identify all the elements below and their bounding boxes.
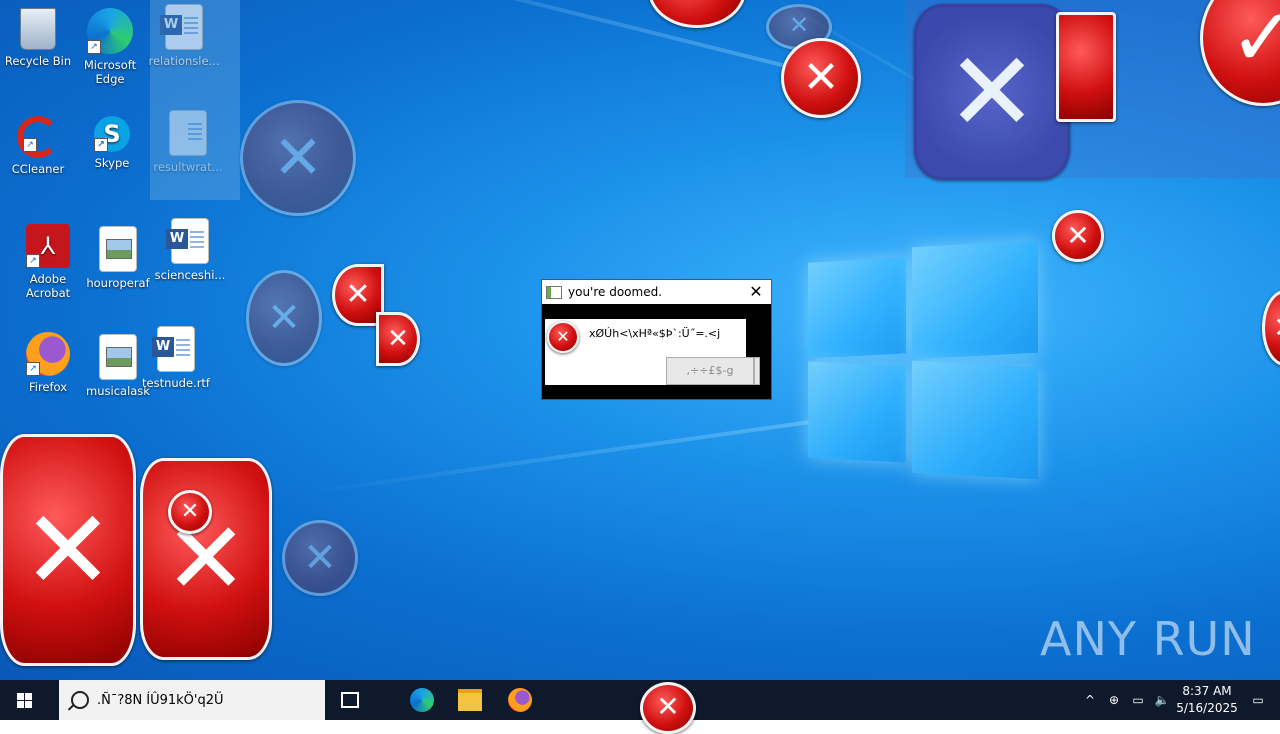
document-icon (169, 110, 207, 156)
clock-time: 8:37 AM (1182, 684, 1232, 698)
dialog-title: you're doomed. (568, 285, 663, 299)
error-icon: ✕ (376, 312, 420, 366)
display-icon[interactable]: ▭ (1128, 680, 1148, 720)
desktop-icon-resultwrat[interactable]: resultwrat... (150, 110, 226, 174)
search-overflow-text: ÍÛ91kÖ'q2Ü (146, 692, 224, 708)
dialog-titlebar[interactable]: you're doomed. ✕ (542, 280, 771, 304)
clock-date: 5/16/2025 (1176, 701, 1238, 715)
acrobat-icon: ⅄ ↗ (26, 224, 70, 268)
error-icon: ✕ (0, 434, 136, 666)
task-view-button[interactable] (326, 680, 374, 720)
system-clock[interactable]: 8:37 AM 5/16/2025 (1170, 683, 1244, 717)
error-icon: ✕ (1052, 210, 1104, 262)
desktop-icon-label: Firefox (28, 380, 68, 394)
desktop-icon-label: Microsoft Edge (83, 58, 137, 86)
windows-icon (16, 692, 32, 708)
skype-icon: S ↗ (94, 116, 130, 152)
search-box[interactable]: .Ñ¯?8N ÍÛ91kÖ'q2Ü (59, 680, 325, 720)
desktop-icon-edge[interactable]: ↗ Microsoft Edge (72, 8, 148, 86)
recycle-bin-icon (20, 8, 56, 50)
desktop-icon-label: Skype (94, 156, 130, 170)
taskbar-file-explorer[interactable] (446, 680, 494, 720)
desktop-icon-adobe-acrobat[interactable]: ⅄ ↗ Adobe Acrobat (10, 224, 86, 300)
desktop-icon-label: testnude.rtf (142, 376, 210, 390)
desktop-icon-skype[interactable]: S ↗ Skype (74, 116, 150, 170)
error-icon: ✕ (547, 321, 579, 353)
edge-icon: ↗ (87, 8, 133, 54)
dialog-ok-button[interactable]: ,÷÷£$-g (666, 357, 754, 385)
word-document-icon: W (152, 326, 195, 372)
error-icon: ✕ (640, 682, 696, 734)
firefox-icon: ↗ (26, 332, 70, 376)
folder-icon (458, 689, 482, 711)
error-icon: ✕ (282, 520, 358, 596)
dialog-message: xØÚh<\xHª«$Þ`:Ü˝=.<j (589, 327, 721, 340)
desktop-icon-testnude[interactable]: W testnude.rtf (138, 326, 214, 390)
wallpaper-light-ray (304, 420, 811, 495)
taskbar-edge[interactable] (398, 680, 446, 720)
close-button[interactable]: ✕ (741, 280, 771, 304)
image-file-icon (99, 226, 137, 272)
network-icon[interactable]: ⊕ (1104, 680, 1124, 720)
task-view-icon (341, 692, 359, 708)
volume-icon[interactable]: 🔈 (1152, 680, 1172, 720)
desktop-icon-relationsle[interactable]: W relationsle... (146, 4, 222, 68)
word-document-icon: W (160, 4, 203, 50)
ccleaner-icon: ↗ (17, 116, 59, 158)
error-icon: ✕ (140, 458, 272, 660)
anyrun-watermark: ANY RUN (1040, 612, 1256, 666)
desktop-icon-label: CCleaner (11, 162, 65, 176)
search-input-text: .Ñ¯?8N (97, 692, 143, 708)
desktop-icon-label: scienceshi... (154, 268, 226, 282)
error-icon: ✕ (168, 490, 212, 534)
error-icon: ✕ (240, 100, 356, 216)
edge-icon (410, 688, 434, 712)
desktop-icon-recycle-bin[interactable]: Recycle Bin (0, 8, 76, 68)
dialog-button-edge (754, 357, 760, 385)
error-icon: ✕ (781, 38, 861, 118)
taskbar: .Ñ¯?8N ÍÛ91kÖ'q2Ü ✕ ^ ⊕ ▭ 🔈 8:37 AM 5/16… (0, 680, 1280, 734)
error-icon: ✕ (914, 4, 1070, 180)
image-file-icon (99, 334, 137, 380)
error-icon (1056, 12, 1116, 122)
firefox-icon (508, 688, 532, 712)
search-icon (71, 691, 89, 709)
error-icon: ✕ (246, 270, 322, 366)
desktop-icon-houroperaf[interactable]: houroperaf (80, 226, 156, 290)
error-icon: ✕ (1262, 290, 1280, 366)
taskbar-firefox[interactable] (496, 680, 544, 720)
error-icon: ✕ (648, 0, 746, 28)
notification-icon[interactable]: ▭ (1246, 680, 1270, 720)
tray-chevron[interactable]: ^ (1080, 680, 1100, 720)
start-button[interactable] (0, 680, 48, 720)
desktop: Recycle Bin ↗ Microsoft Edge W relations… (0, 0, 1280, 680)
desktop-icon-label: resultwrat... (153, 160, 223, 174)
desktop-icon-label: relationsle... (148, 54, 220, 68)
windows-logo-wallpaper (806, 240, 1040, 480)
desktop-icon-label: Adobe Acrobat (25, 272, 71, 300)
desktop-icon-ccleaner[interactable]: ↗ CCleaner (0, 116, 76, 176)
desktop-icon-label: houroperaf (86, 276, 150, 290)
desktop-icon-scienceshi[interactable]: W scienceshi... (152, 218, 228, 282)
error-dialog-window: you're doomed. ✕ ✕ xØÚh<\xHª«$Þ`:Ü˝=.<j … (541, 279, 772, 400)
app-icon (546, 285, 562, 299)
word-document-icon: W (166, 218, 209, 264)
desktop-icon-label: Recycle Bin (4, 54, 72, 68)
desktop-icon-firefox[interactable]: ↗ Firefox (10, 332, 86, 394)
